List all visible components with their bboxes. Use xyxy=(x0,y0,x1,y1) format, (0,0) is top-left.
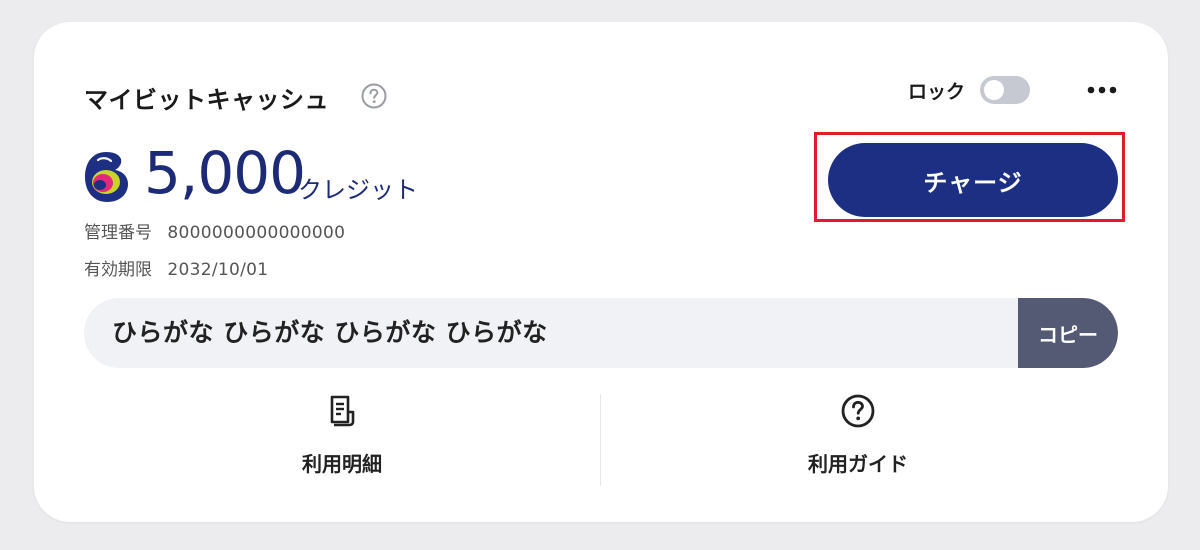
expiry-row: 有効期限 2032/10/01 xyxy=(84,255,268,280)
code-field: ひらがな ひらがな ひらがな ひらがな コピー xyxy=(84,298,1118,368)
management-number-label: 管理番号 xyxy=(84,223,152,243)
bitcash-card: マイビットキャッシュ ロック 5,000 クレジット 管理番号 80000000… xyxy=(34,22,1168,522)
lock-label: ロック xyxy=(908,81,966,103)
usage-guide-action[interactable]: 利用ガイド xyxy=(708,392,1008,492)
receipt-icon xyxy=(330,395,355,427)
management-number-value: 8000000000000000 xyxy=(167,223,346,243)
copy-button[interactable]: コピー xyxy=(1018,298,1118,368)
action-divider xyxy=(600,394,601,486)
balance-amount: 5,000 xyxy=(144,139,306,207)
balance-unit: クレジット xyxy=(298,176,418,204)
toggle-knob xyxy=(984,80,1004,100)
card-title: マイビットキャッシュ xyxy=(84,86,329,114)
usage-details-action[interactable]: 利用明細 xyxy=(192,392,492,492)
question-circle-icon[interactable] xyxy=(360,82,388,110)
bitcash-logo-icon xyxy=(85,152,128,202)
expiry-label: 有効期限 xyxy=(84,260,152,280)
usage-details-label: 利用明細 xyxy=(302,452,382,476)
code-text: ひらがな ひらがな ひらがな ひらがな xyxy=(112,318,548,347)
question-circle-icon xyxy=(841,394,875,428)
charge-button[interactable]: チャージ xyxy=(828,143,1118,217)
management-number-row: 管理番号 8000000000000000 xyxy=(84,218,345,243)
expiry-value: 2032/10/01 xyxy=(167,260,269,280)
lock-toggle[interactable] xyxy=(980,76,1030,104)
ellipsis-icon[interactable] xyxy=(1082,78,1122,102)
usage-guide-label: 利用ガイド xyxy=(808,452,908,476)
